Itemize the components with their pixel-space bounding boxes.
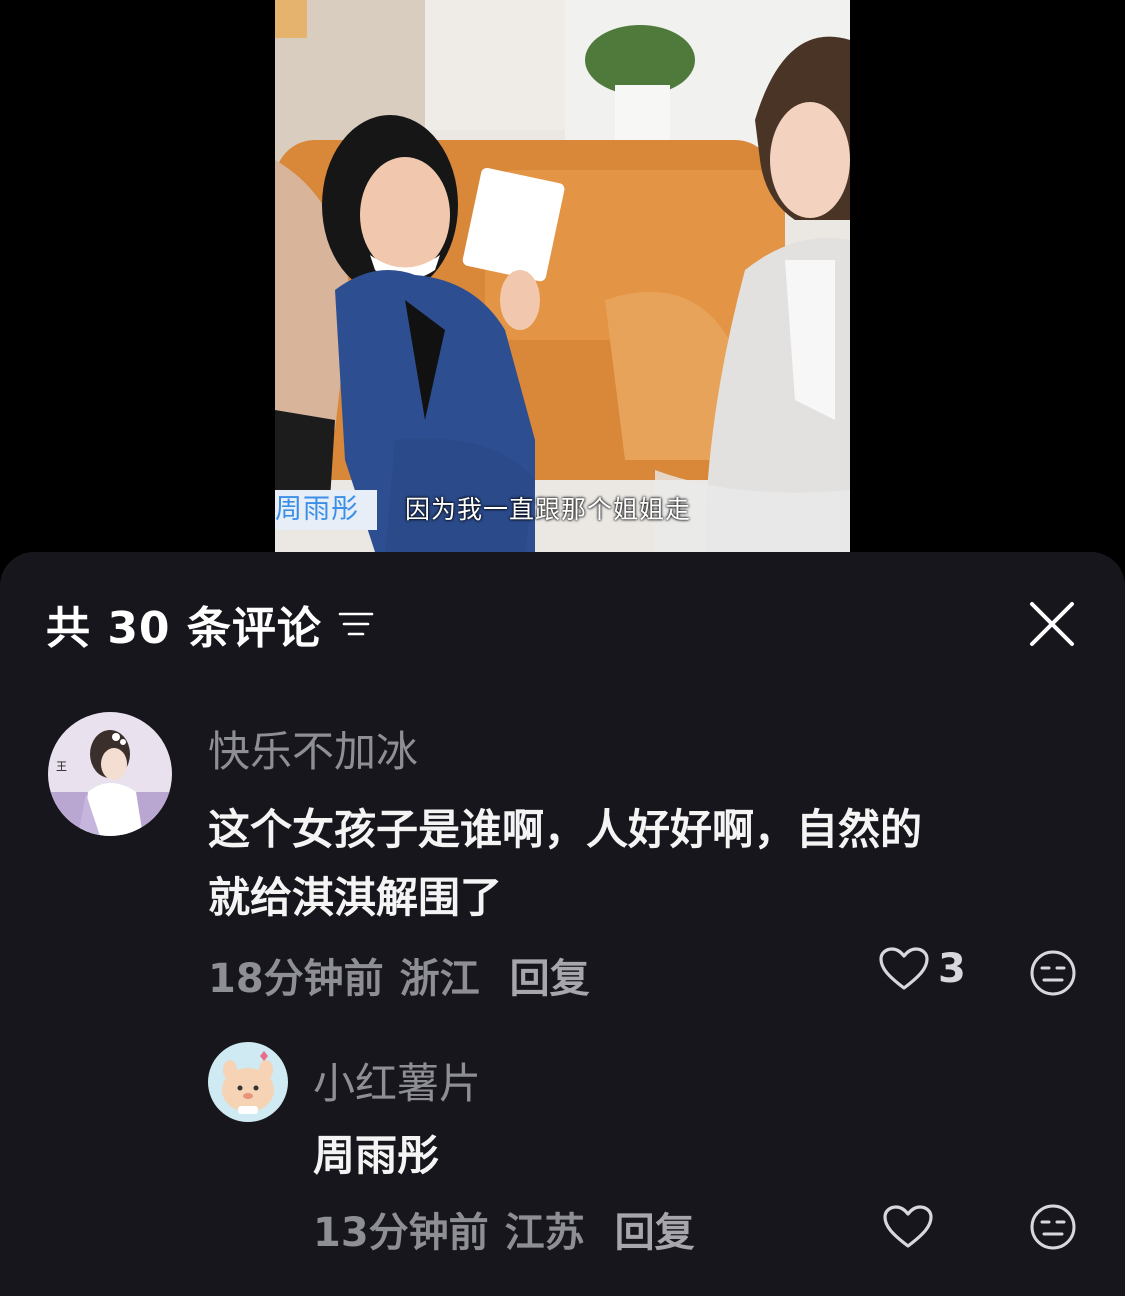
video-player[interactable]: 周雨彤 因为我一直跟那个姐姐走 bbox=[275, 0, 850, 552]
heart-icon bbox=[883, 1205, 933, 1248]
comments-count-title: 共 30 条评论 bbox=[46, 603, 322, 654]
filter-lines-icon[interactable] bbox=[338, 609, 376, 639]
close-icon[interactable] bbox=[1024, 596, 1080, 652]
avatar[interactable] bbox=[208, 1042, 288, 1122]
comment-text-line: 就给淇淇解围了 bbox=[208, 873, 503, 922]
video-frame bbox=[275, 0, 850, 552]
meh-face-icon[interactable] bbox=[1028, 1202, 1078, 1252]
heart-icon bbox=[879, 947, 929, 990]
like-count: 3 bbox=[938, 946, 966, 992]
comment-username[interactable]: 快乐不加冰 bbox=[208, 718, 418, 779]
reply-button[interactable]: 回复 bbox=[510, 946, 590, 1004]
comment-location: 浙江 bbox=[399, 956, 480, 1002]
comment-text-line: 这个女孩子是谁啊，人好好啊，自然的 bbox=[208, 805, 923, 854]
comment-time: 13分钟前 bbox=[313, 1210, 489, 1256]
comments-header: 共 30 条评论 bbox=[46, 594, 376, 654]
avatar[interactable]: 王 bbox=[48, 712, 172, 836]
comment-time: 18分钟前 bbox=[208, 956, 384, 1002]
speaker-name-tag: 周雨彤 bbox=[275, 490, 377, 530]
svg-text:王: 王 bbox=[56, 760, 67, 773]
comment-text-line: 周雨彤 bbox=[313, 1131, 440, 1180]
video-subtitle: 因为我一直跟那个姐姐走 bbox=[405, 495, 692, 524]
comment-meta: 18分钟前 浙江 回复 bbox=[208, 946, 590, 1004]
comments-sheet: 共 30 条评论 王 快乐不加冰 这个女孩子是谁啊，人好好啊，自然的 就给淇淇解… bbox=[0, 552, 1125, 1296]
like-button[interactable] bbox=[882, 1204, 934, 1250]
comment-meta: 13分钟前 江苏 回复 bbox=[313, 1200, 695, 1258]
comment-username[interactable]: 小红薯片 bbox=[313, 1050, 481, 1111]
subtitle-bar: 周雨彤 因为我一直跟那个姐姐走 bbox=[275, 490, 850, 530]
reply-button[interactable]: 回复 bbox=[615, 1200, 695, 1258]
meh-face-icon[interactable] bbox=[1028, 948, 1078, 998]
comment-location: 江苏 bbox=[504, 1210, 585, 1256]
like-button[interactable]: 3 bbox=[878, 946, 966, 992]
